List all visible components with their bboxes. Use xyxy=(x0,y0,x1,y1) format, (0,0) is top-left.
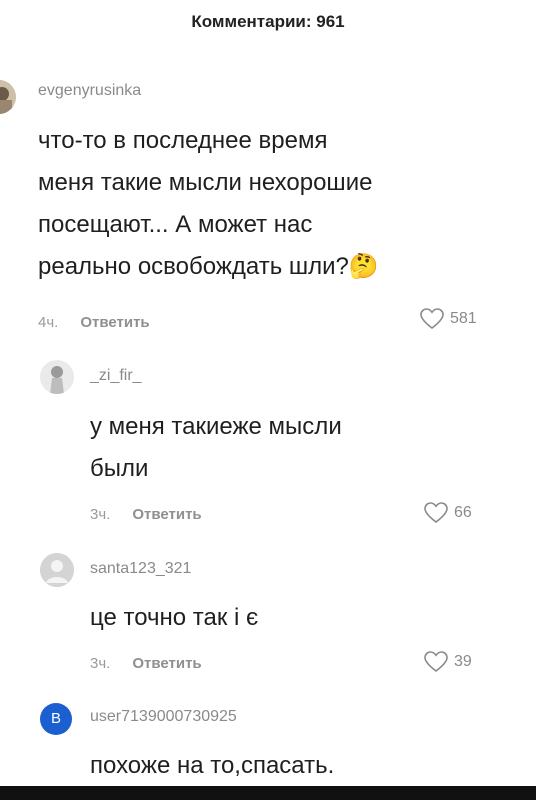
like-count: 39 xyxy=(454,653,472,670)
comment-username[interactable]: user7139000730925 xyxy=(90,708,237,726)
like-control[interactable]: 581 xyxy=(420,308,477,330)
comment-text-line: реально освобождать шли?🤔 xyxy=(38,246,518,288)
comment-time: 3ч. xyxy=(90,506,111,523)
comment-item: evgenyrusinka что-то в последнее время м… xyxy=(0,70,536,350)
comment-text-line: что-то в последнее время xyxy=(38,127,328,154)
comment-username[interactable]: evgenyrusinka xyxy=(38,82,141,100)
avatar[interactable]: B xyxy=(40,703,72,735)
like-count: 581 xyxy=(450,310,477,327)
avatar[interactable] xyxy=(40,553,74,587)
heart-icon[interactable] xyxy=(420,308,444,330)
comment-text: у меня такиеже мысли были xyxy=(90,406,520,490)
reply-button[interactable]: Ответить xyxy=(132,655,201,672)
heart-icon[interactable] xyxy=(424,651,448,673)
heart-icon[interactable] xyxy=(424,502,448,524)
bottom-edge xyxy=(0,786,536,800)
comment-time: 3ч. xyxy=(90,655,111,672)
comment-text: что-то в последнее время меня такие мысл… xyxy=(38,120,518,288)
like-count: 66 xyxy=(454,504,472,521)
comment-username[interactable]: _zi_fir_ xyxy=(90,367,142,385)
comment-item: santa123_321 це точно так і є 3ч. Ответит… xyxy=(0,545,536,690)
comment-meta: 4ч. Ответить xyxy=(38,314,150,331)
comment-item: _zi_fir_ у меня такиеже мысли были 3ч. От… xyxy=(0,350,536,540)
comment-text-line: посещают... А может нас xyxy=(38,211,313,238)
reply-button[interactable]: Ответить xyxy=(132,506,201,523)
comment-time: 4ч. xyxy=(38,314,59,331)
like-control[interactable]: 39 xyxy=(424,651,472,673)
comment-text-line: были xyxy=(90,455,149,482)
reply-button[interactable]: Ответить xyxy=(80,314,149,331)
comment-item: B user7139000730925 похоже на то,спасать… xyxy=(0,695,536,785)
like-control[interactable]: 66 xyxy=(424,502,472,524)
avatar[interactable] xyxy=(40,360,74,394)
comment-text-line: меня такие мысли нехорошие xyxy=(38,169,373,196)
comment-text-line: у меня такиеже мысли xyxy=(90,413,342,440)
comment-text: похоже на то,спасать. xyxy=(90,745,520,787)
comment-username[interactable]: santa123_321 xyxy=(90,560,191,578)
avatar[interactable] xyxy=(0,80,16,114)
avatar-letter: B xyxy=(50,710,61,727)
comment-text-line: це точно так і є xyxy=(90,604,259,631)
thinking-emoji: 🤔 xyxy=(348,253,379,280)
comment-meta: 3ч. Ответить xyxy=(90,655,202,672)
comment-text-line: похоже на то,спасать. xyxy=(90,752,335,779)
comment-meta: 3ч. Ответить xyxy=(90,506,202,523)
comment-text: це точно так і є xyxy=(90,597,520,639)
comment-text-line-content: реально освобождать шли? xyxy=(38,253,349,280)
comments-header: Комментарии: 961 xyxy=(191,12,345,31)
